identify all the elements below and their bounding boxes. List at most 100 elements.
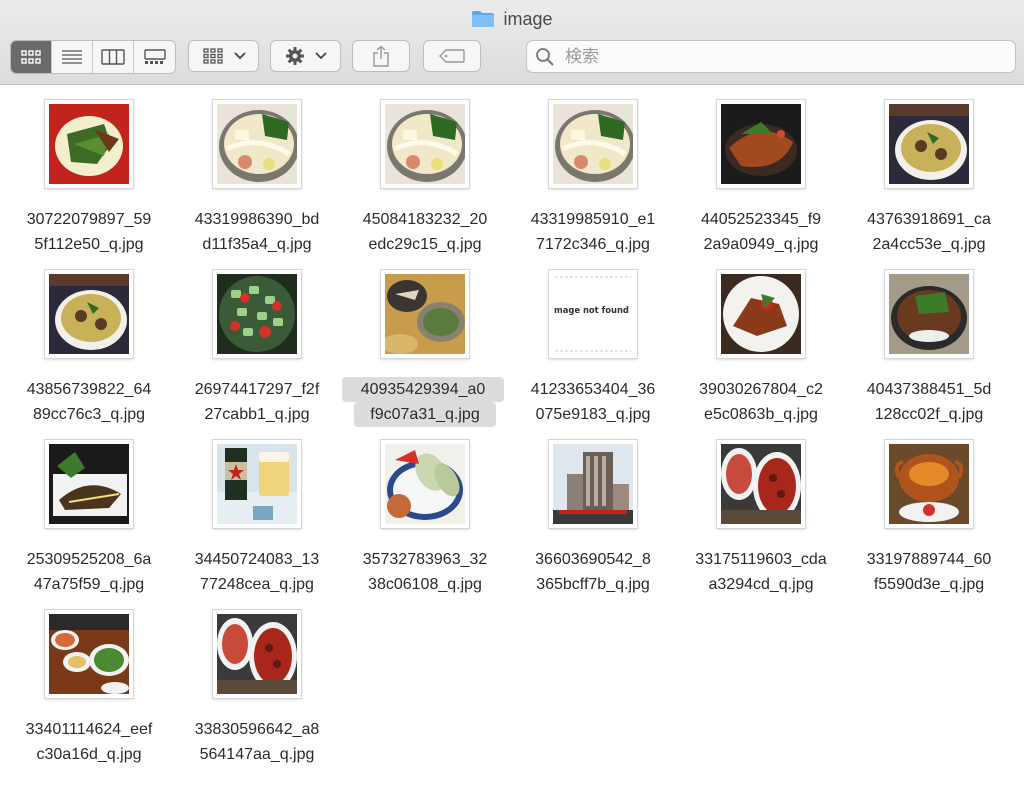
column-view-button[interactable]: [93, 41, 134, 73]
file-name-line2: 2a4cc53e_q.jpg: [872, 236, 986, 253]
thumbnail-image: [217, 614, 297, 694]
icon-view-button[interactable]: [11, 41, 52, 73]
file-name[interactable]: 43763918691_ca 2a4cc53e_q.jpg: [849, 207, 1009, 257]
file-name[interactable]: 35732783963_32 38c06108_q.jpg: [345, 547, 505, 597]
file-item[interactable]: 43763918691_ca 2a4cc53e_q.jpg: [845, 85, 1013, 255]
file-name-line1: 44052523345_f9: [700, 211, 822, 228]
file-thumbnail[interactable]: [213, 100, 301, 188]
thumbnail-image: [49, 614, 129, 694]
file-thumbnail[interactable]: [45, 610, 133, 698]
file-name-line1: 33175119603_cda: [695, 551, 827, 568]
file-name[interactable]: 33197889744_60 f5590d3e_q.jpg: [849, 547, 1009, 597]
file-item[interactable]: 40437388451_5d 128cc02f_q.jpg: [845, 255, 1013, 425]
share-button[interactable]: [352, 40, 410, 72]
file-name[interactable]: 41233653404_36 075e9183_q.jpg: [513, 377, 673, 427]
file-name[interactable]: 33830596642_a8 564147aa_q.jpg: [177, 717, 337, 767]
file-name-line2: edc29c15_q.jpg: [368, 236, 482, 253]
scrollbar[interactable]: [1016, 85, 1024, 790]
file-name-line2: f5590d3e_q.jpg: [873, 576, 985, 593]
thumbnail-image: [721, 274, 801, 354]
file-name-line1: 25309525208_6a: [26, 551, 152, 568]
file-thumbnail[interactable]: [885, 100, 973, 188]
file-name-line1: 45084183232_20: [362, 211, 488, 228]
file-item[interactable]: 34450724083_13 77248cea_q.jpg: [173, 425, 341, 595]
file-name-line1: 33197889744_60: [866, 551, 992, 568]
file-thumbnail[interactable]: [213, 440, 301, 528]
list-view-button[interactable]: [52, 41, 93, 73]
file-name[interactable]: 33401114624_eef c30a16d_q.jpg: [9, 717, 169, 767]
file-name-line2: 27cabb1_q.jpg: [204, 406, 310, 423]
file-name[interactable]: 30722079897_59 5f112e50_q.jpg: [9, 207, 169, 257]
file-name-line1: 34450724083_13: [194, 551, 320, 568]
icon-view-icon: [21, 50, 41, 64]
column-view-icon: [101, 49, 125, 65]
file-name-line2: 2a9a0949_q.jpg: [703, 236, 819, 253]
file-item[interactable]: 33197889744_60 f5590d3e_q.jpg: [845, 425, 1013, 595]
file-item[interactable]: 36603690542_8 365bcff7b_q.jpg: [509, 425, 677, 595]
file-thumbnail[interactable]: [381, 440, 469, 528]
file-name-line1: 36603690542_8: [535, 551, 651, 568]
file-name[interactable]: 45084183232_20 edc29c15_q.jpg: [345, 207, 505, 257]
file-name[interactable]: 25309525208_6a 47a75f59_q.jpg: [9, 547, 169, 597]
file-name-line1: 40437388451_5d: [866, 381, 992, 398]
file-item[interactable]: 43319986390_bd d11f35a4_q.jpg: [173, 85, 341, 255]
file-item[interactable]: 30722079897_59 5f112e50_q.jpg: [5, 85, 173, 255]
file-item[interactable]: 43319985910_e1 7172c346_q.jpg: [509, 85, 677, 255]
file-thumbnail[interactable]: [213, 610, 301, 698]
file-name[interactable]: 43319986390_bd d11f35a4_q.jpg: [177, 207, 337, 257]
file-item[interactable]: 43856739822_64 89cc76c3_q.jpg: [5, 255, 173, 425]
search-field[interactable]: [526, 40, 1016, 73]
file-item[interactable]: 33175119603_cda a3294cd_q.jpg: [677, 425, 845, 595]
file-name[interactable]: 26974417297_f2f 27cabb1_q.jpg: [177, 377, 337, 427]
file-name-line2: 128cc02f_q.jpg: [874, 406, 984, 423]
file-item[interactable]: 39030267804_c2 e5c0863b_q.jpg: [677, 255, 845, 425]
file-name[interactable]: 40935429394_a0 f9c07a31_q.jpg: [342, 377, 505, 427]
file-item[interactable]: 44052523345_f9 2a9a0949_q.jpg: [677, 85, 845, 255]
group-by-button[interactable]: [188, 40, 259, 72]
file-name-line2: 47a75f59_q.jpg: [33, 576, 145, 593]
file-name-line1: 43319985910_e1: [530, 211, 656, 228]
thumbnail-image: [721, 104, 801, 184]
file-thumbnail[interactable]: mage not found: [549, 270, 637, 358]
file-item[interactable]: 26974417297_f2f 27cabb1_q.jpg: [173, 255, 341, 425]
action-button[interactable]: [270, 40, 341, 72]
file-thumbnail[interactable]: [717, 270, 805, 358]
file-thumbnail[interactable]: [717, 100, 805, 188]
file-name[interactable]: 34450724083_13 77248cea_q.jpg: [177, 547, 337, 597]
file-name[interactable]: 43319985910_e1 7172c346_q.jpg: [513, 207, 673, 257]
file-item[interactable]: 45084183232_20 edc29c15_q.jpg: [341, 85, 509, 255]
file-name[interactable]: 43856739822_64 89cc76c3_q.jpg: [9, 377, 169, 427]
file-name[interactable]: 40437388451_5d 128cc02f_q.jpg: [849, 377, 1009, 427]
file-thumbnail[interactable]: [45, 270, 133, 358]
file-thumbnail[interactable]: [213, 270, 301, 358]
file-thumbnail[interactable]: [549, 440, 637, 528]
toolbar: image: [0, 0, 1024, 85]
file-thumbnail[interactable]: [381, 100, 469, 188]
file-thumbnail[interactable]: [885, 440, 973, 528]
search-icon: [536, 47, 554, 66]
file-item[interactable]: mage not found 41233653404_36 075e9183_q.j…: [509, 255, 677, 425]
file-name[interactable]: 36603690542_8 365bcff7b_q.jpg: [513, 547, 673, 597]
file-thumbnail[interactable]: [885, 270, 973, 358]
file-item[interactable]: 25309525208_6a 47a75f59_q.jpg: [5, 425, 173, 595]
file-item[interactable]: 33830596642_a8 564147aa_q.jpg: [173, 595, 341, 765]
thumbnail-image: mage not found: [553, 274, 633, 354]
file-name-line2: 5f112e50_q.jpg: [34, 236, 144, 253]
share-icon: [373, 45, 389, 67]
gallery-view-button[interactable]: [134, 41, 175, 73]
file-thumbnail[interactable]: [381, 270, 469, 358]
file-name[interactable]: 33175119603_cda a3294cd_q.jpg: [681, 547, 841, 597]
tag-icon: [439, 49, 465, 63]
file-thumbnail[interactable]: [549, 100, 637, 188]
file-thumbnail[interactable]: [717, 440, 805, 528]
file-item[interactable]: 40935429394_a0 f9c07a31_q.jpg: [341, 255, 509, 427]
tag-button[interactable]: [423, 40, 481, 72]
file-name[interactable]: 39030267804_c2 e5c0863b_q.jpg: [681, 377, 841, 427]
file-name[interactable]: 44052523345_f9 2a9a0949_q.jpg: [681, 207, 841, 257]
file-thumbnail[interactable]: [45, 100, 133, 188]
group-icon: [202, 48, 223, 64]
file-item[interactable]: 33401114624_eef c30a16d_q.jpg: [5, 595, 173, 765]
file-thumbnail[interactable]: [45, 440, 133, 528]
search-input[interactable]: [563, 45, 987, 68]
file-item[interactable]: 35732783963_32 38c06108_q.jpg: [341, 425, 509, 595]
